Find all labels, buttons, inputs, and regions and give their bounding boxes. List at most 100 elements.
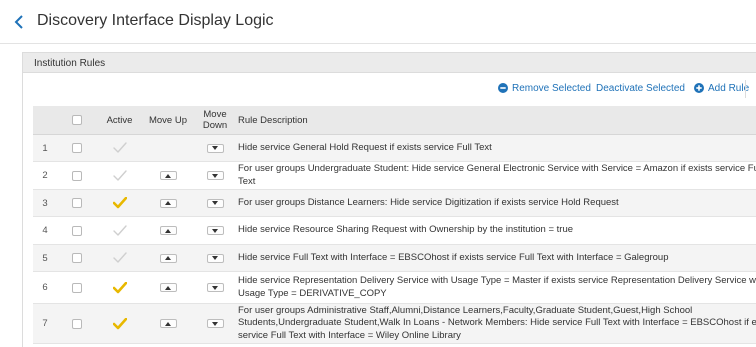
rule-description: Hide service Resource Sharing Request wi… xyxy=(238,224,574,236)
row-move-up xyxy=(142,272,194,303)
row-active xyxy=(97,135,142,161)
move-down-button[interactable] xyxy=(206,226,224,235)
row-move-down xyxy=(194,272,236,303)
row-number: 3 xyxy=(42,197,48,209)
page-header: Discovery Interface Display Logic xyxy=(0,0,756,44)
move-down-button[interactable] xyxy=(206,253,224,263)
back-chevron-icon[interactable] xyxy=(14,14,28,30)
active-check-icon[interactable] xyxy=(112,317,127,330)
move-up-button[interactable] xyxy=(159,171,177,180)
table-row: 2 For user groups Undergraduate Student: … xyxy=(33,162,756,190)
row-select xyxy=(57,304,97,343)
row-number: 4 xyxy=(42,225,48,236)
row-checkbox[interactable] xyxy=(72,318,82,329)
move-up-button[interactable] xyxy=(159,226,177,235)
deactivate-selected-button[interactable]: Deactivate Selected xyxy=(596,83,685,94)
rule-description: Hide service General Hold Request if exi… xyxy=(238,141,492,153)
row-checkbox[interactable] xyxy=(72,253,82,263)
move-up-button[interactable] xyxy=(159,319,177,328)
row-move-up xyxy=(142,190,194,216)
move-up-button[interactable] xyxy=(159,198,177,208)
deactivate-selected-label: Deactivate Selected xyxy=(596,83,685,94)
move-down-button[interactable] xyxy=(206,198,224,208)
active-check-icon[interactable] xyxy=(112,197,127,209)
row-select xyxy=(57,162,97,189)
move-down-button[interactable] xyxy=(206,143,224,153)
inactive-check-icon[interactable] xyxy=(112,142,127,154)
page-title: Discovery Interface Display Logic xyxy=(37,12,274,29)
arrow-down-icon xyxy=(212,321,218,326)
row-move-up xyxy=(142,135,194,161)
table-row: 4 Hide service Resource Sharing Request w… xyxy=(33,217,756,245)
rule-description: Hide service Representation Delivery Ser… xyxy=(238,275,756,299)
arrow-up-icon xyxy=(165,173,171,178)
row-move-up xyxy=(142,162,194,189)
row-select xyxy=(57,135,97,161)
row-checkbox[interactable] xyxy=(72,198,82,208)
row-checkbox[interactable] xyxy=(72,225,82,236)
rule-description: For user groups Distance Learners: Hide … xyxy=(238,196,619,208)
inactive-check-icon[interactable] xyxy=(112,169,127,182)
row-move-up xyxy=(142,217,194,244)
inactive-check-icon[interactable] xyxy=(112,224,127,237)
minus-circle-icon xyxy=(498,83,508,96)
row-checkbox[interactable] xyxy=(72,282,82,293)
row-number: 7 xyxy=(42,318,48,329)
arrow-down-icon xyxy=(212,285,218,290)
table-row: 1 Hide service General Hold Request if ex… xyxy=(33,135,756,162)
row-move-down xyxy=(194,162,236,189)
arrow-down-icon xyxy=(212,256,218,260)
arrow-down-icon xyxy=(212,173,218,178)
table-row: 3 For user groups Distance Learners: Hide… xyxy=(33,190,756,217)
inactive-check-icon[interactable] xyxy=(112,252,127,264)
row-active xyxy=(97,162,142,189)
arrow-up-icon xyxy=(165,201,171,205)
rules-toolbar: Remove Selected Deactivate Selected Add … xyxy=(23,73,756,106)
add-rule-button[interactable]: Add Rule xyxy=(694,83,749,96)
row-select xyxy=(57,245,97,271)
move-up-button[interactable] xyxy=(159,283,177,292)
move-up-button[interactable] xyxy=(159,253,177,263)
active-check-icon[interactable] xyxy=(112,281,127,294)
table-row: 6 Hide service Representation Delivery Se… xyxy=(33,272,756,304)
move-down-button[interactable] xyxy=(206,171,224,180)
arrow-up-icon xyxy=(165,228,171,233)
header-description: Rule Description xyxy=(238,114,308,126)
row-number: 5 xyxy=(42,252,48,264)
row-active xyxy=(97,245,142,271)
move-down-button[interactable] xyxy=(206,319,224,328)
row-select xyxy=(57,217,97,244)
arrow-down-icon xyxy=(212,201,218,205)
header-move-up: Move Up xyxy=(148,114,187,126)
select-all-checkbox[interactable] xyxy=(72,115,82,125)
row-select xyxy=(57,190,97,216)
remove-selected-button[interactable]: Remove Selected xyxy=(498,83,591,96)
header-select-all xyxy=(57,106,97,134)
row-number: 6 xyxy=(42,282,48,293)
row-select xyxy=(57,272,97,303)
header-active: Active xyxy=(106,114,133,126)
arrow-up-icon xyxy=(165,321,171,326)
row-checkbox[interactable] xyxy=(72,170,82,181)
institution-rules-panel: Institution Rules Remove Selected Deacti… xyxy=(22,52,756,347)
panel-title: Institution Rules xyxy=(23,53,756,73)
rule-description: For user groups Undergraduate Student: H… xyxy=(238,163,756,187)
arrow-up-icon xyxy=(165,256,171,260)
row-checkbox[interactable] xyxy=(72,143,82,153)
row-active xyxy=(97,304,142,343)
move-down-button[interactable] xyxy=(206,283,224,292)
row-move-up xyxy=(142,304,194,343)
row-move-down xyxy=(194,245,236,271)
row-move-down xyxy=(194,217,236,244)
row-active xyxy=(97,272,142,303)
row-move-down xyxy=(194,190,236,216)
row-active xyxy=(97,190,142,216)
remove-selected-label: Remove Selected xyxy=(512,83,591,94)
table-header-row: Active Move Up Move Down Rule Descriptio… xyxy=(33,106,756,135)
row-active xyxy=(97,217,142,244)
arrow-down-icon xyxy=(212,228,218,233)
header-num xyxy=(33,106,57,134)
row-move-up xyxy=(142,245,194,271)
header-move-down: Move Down xyxy=(202,109,228,131)
add-rule-label: Add Rule xyxy=(708,83,750,94)
